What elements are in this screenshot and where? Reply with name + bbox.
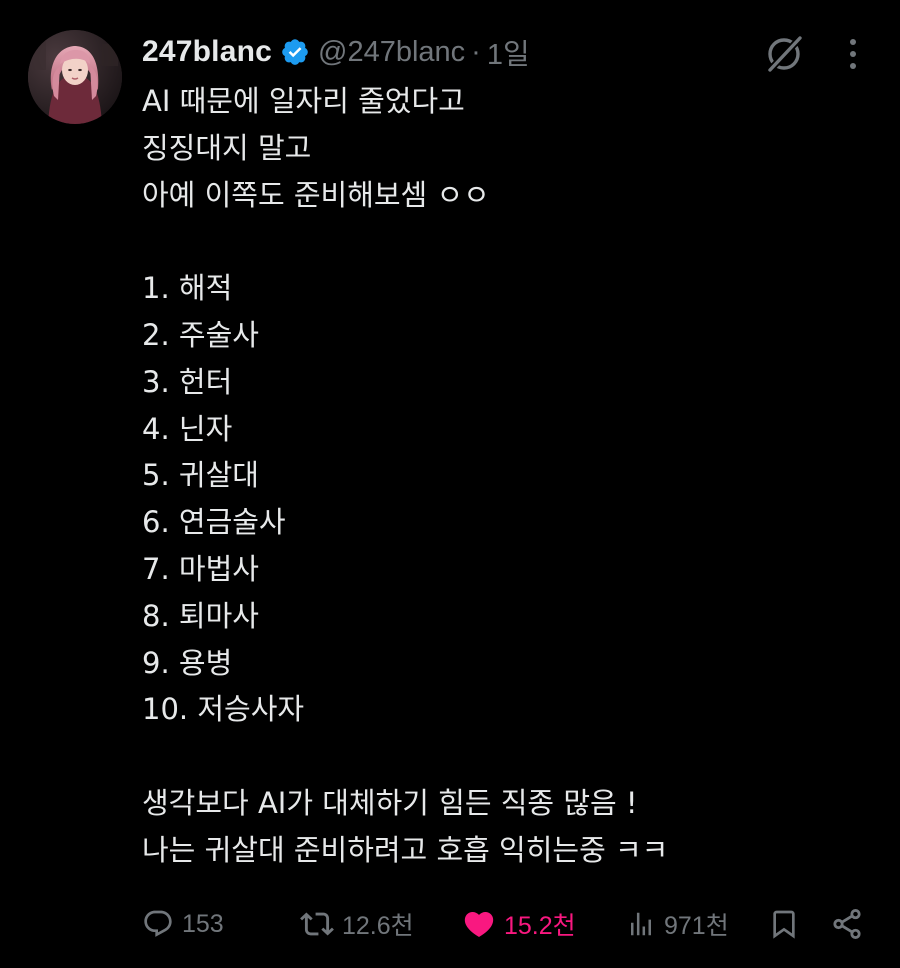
tweet-text-line: 7. 마법사 [142,551,259,586]
tweet-text-line [142,733,862,780]
tweet-text-line: 아예 이쪽도 준비해보셈 ㅇㅇ [142,177,490,212]
reply-button[interactable]: 153 [142,900,224,948]
tweet-text: AI 때문에 일자리 줄었다고 징징대지 말고 아예 이쪽도 준비해보셈 ㅇㅇ … [142,78,862,874]
bookmark-icon [773,910,795,939]
tweet-header: 247blanc @247blanc · 1일 [142,30,530,74]
tweet-text-line: 생각보다 AI가 대체하기 힘든 직종 많음 ! [142,785,638,820]
tweet-text-line: 6. 연금술사 [142,505,286,540]
verified-badge-icon [282,39,308,65]
tweet-text-line: 5. 귀살대 [142,458,259,493]
tweet-text-line: 8. 퇴마사 [142,598,259,633]
handle[interactable]: @247blanc [318,36,465,69]
share-icon [833,908,861,940]
reply-count: 153 [182,909,224,938]
tweet-text-line: 3. 헌터 [142,364,233,399]
tweet-text-line: 10. 저승사자 [142,692,305,727]
display-name[interactable]: 247blanc [142,35,272,69]
separator-dot: · [471,35,481,68]
like-button[interactable]: 15.2천 [462,900,576,948]
tweet-text-line [142,218,862,265]
grok-icon[interactable] [762,32,806,76]
retweet-button[interactable]: 12.6천 [300,900,414,948]
reply-icon [144,910,172,937]
retweet-icon [300,912,334,936]
views-button[interactable]: 971천 [626,900,729,948]
tweet-text-line: 1. 해적 [142,271,233,306]
views-count: 971천 [664,912,729,940]
tweet-text-line: AI 때문에 일자리 줄었다고 [142,84,465,118]
like-count: 15.2천 [504,912,576,940]
tweet-text-line: 2. 주술사 [142,317,259,352]
tweet-text-line: 나는 귀살대 준비하려고 호흡 익히는중 ㅋㅋ [142,832,669,867]
timestamp[interactable]: 1일 [487,31,530,73]
action-bar: 153 12.6천 15.2천 971천 [142,900,872,948]
tweet-text-line: 9. 용병 [142,645,233,680]
retweet-count: 12.6천 [342,912,414,940]
avatar[interactable] [28,30,122,124]
tweet-text-line: 4. 닌자 [142,411,233,446]
tweet-text-line: 징징대지 말고 [142,130,312,165]
tweet[interactable]: 247blanc @247blanc · 1일 AI 때문에 일자리 줄었다고 … [0,0,900,968]
bookmark-button[interactable] [768,900,800,948]
share-button[interactable] [830,900,864,948]
views-icon [631,912,651,936]
avatar-image [28,30,122,124]
heart-icon [464,911,494,937]
more-icon[interactable] [836,34,870,74]
